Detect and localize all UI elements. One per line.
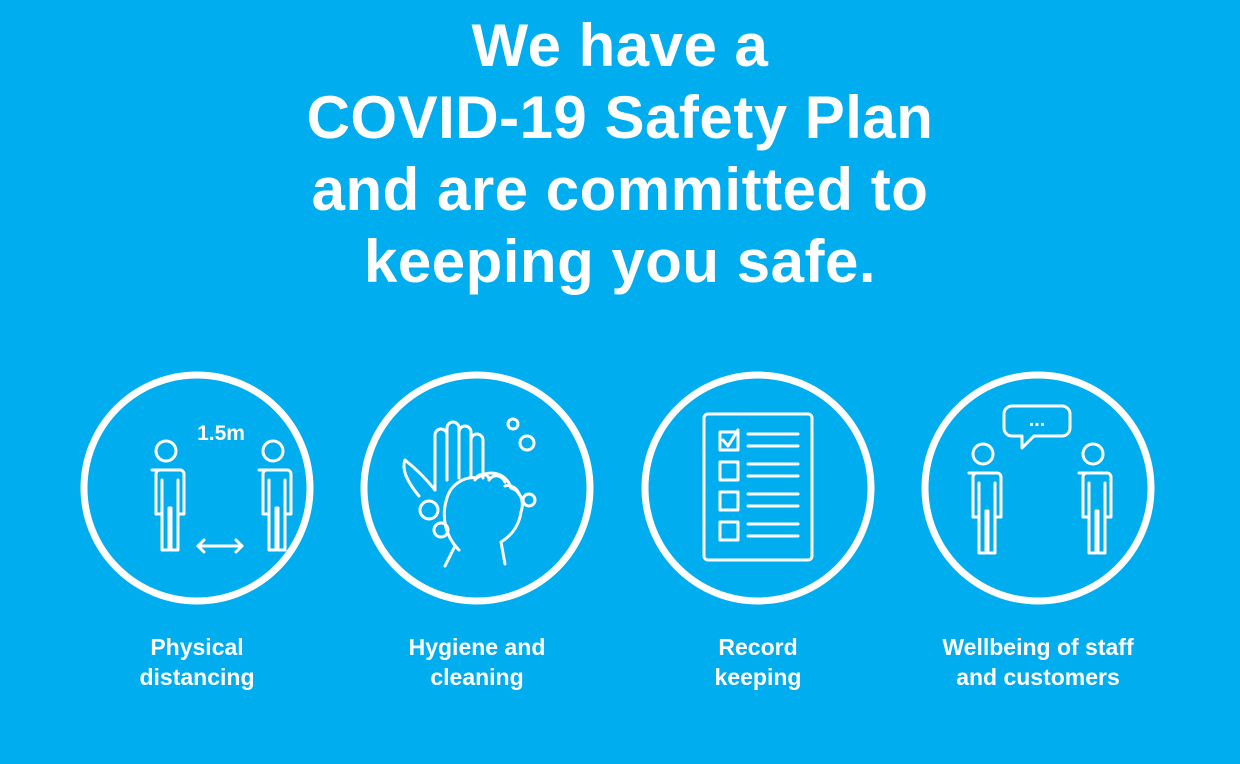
panel-wellbeing: ... Wellbeing of staff and customers xyxy=(898,370,1178,700)
panel-hygiene-cleaning: Hygiene and cleaning xyxy=(337,370,617,700)
caption-line-2: keeping xyxy=(714,664,802,690)
distance-label: 1.5m xyxy=(197,422,245,445)
caption-record-keeping: Record keeping xyxy=(618,632,898,692)
conversation-icon: ... xyxy=(921,371,1155,605)
panel-record-keeping: Record keeping xyxy=(618,370,898,700)
caption-line-2: and customers xyxy=(956,664,1120,690)
headline: We have a COVID-19 Safety Plan and are c… xyxy=(0,10,1240,298)
caption-line-1: Wellbeing of staff xyxy=(942,634,1134,660)
headline-line-2: COVID-19 Safety Plan xyxy=(306,84,934,151)
physical-distancing-icon: 1.5m xyxy=(80,371,314,605)
caption-line-2: distancing xyxy=(139,664,255,690)
headline-line-4: keeping you safe. xyxy=(364,228,876,295)
caption-line-2: cleaning xyxy=(430,664,524,690)
hand-washing-icon xyxy=(360,371,594,605)
headline-line-1: We have a xyxy=(471,12,769,79)
headline-line-3: and are committed to xyxy=(311,156,929,223)
speech-dots: ... xyxy=(1029,409,1046,431)
caption-line-1: Hygiene and xyxy=(408,634,546,660)
caption-hygiene-cleaning: Hygiene and cleaning xyxy=(337,632,617,692)
caption-line-1: Physical xyxy=(150,634,244,660)
caption-physical-distancing: Physical distancing xyxy=(57,632,337,692)
caption-wellbeing: Wellbeing of staff and customers xyxy=(898,632,1178,692)
checklist-icon xyxy=(641,371,875,605)
caption-line-1: Record xyxy=(718,634,798,660)
panel-physical-distancing: 1.5m Physical distancing xyxy=(57,370,337,700)
